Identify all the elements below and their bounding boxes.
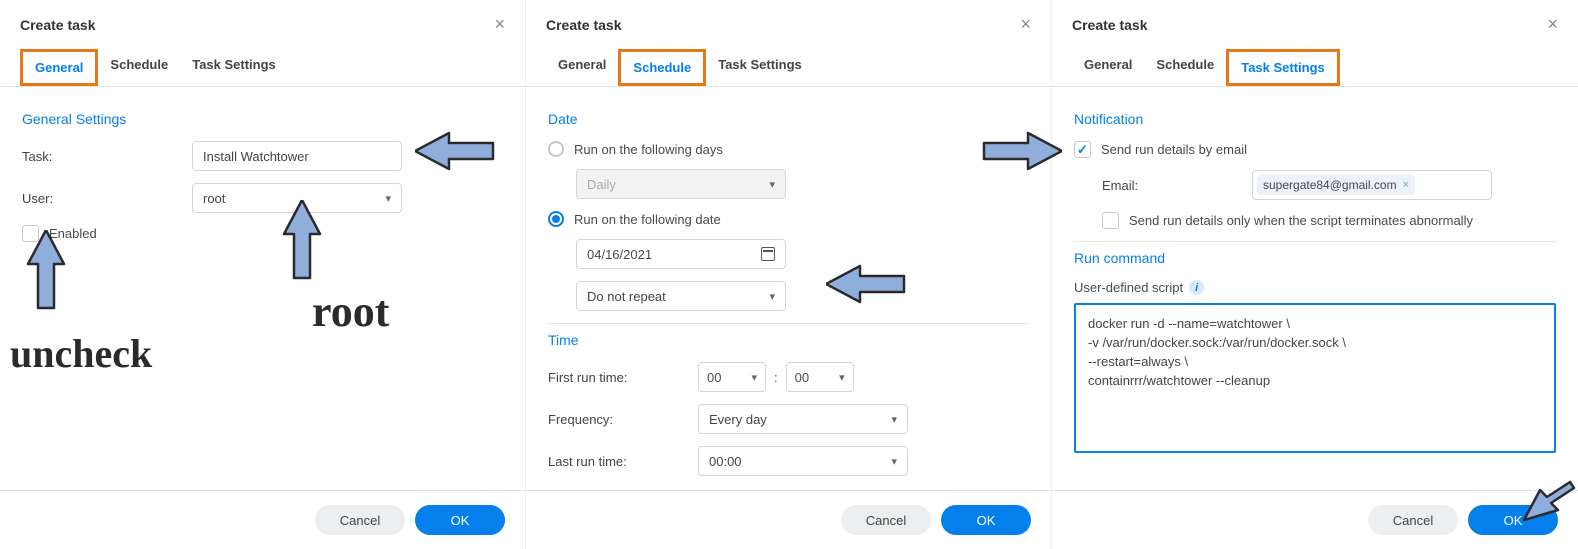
dialog-schedule: Create task × General Schedule Task Sett…: [526, 0, 1052, 549]
ok-button[interactable]: OK: [1468, 505, 1558, 535]
tab-general[interactable]: General: [20, 49, 98, 86]
tab-schedule[interactable]: Schedule: [1144, 49, 1226, 86]
first-run-label: First run time:: [548, 370, 698, 385]
first-run-min-select[interactable]: 00: [786, 362, 854, 392]
user-select[interactable]: root: [192, 183, 402, 213]
tab-general[interactable]: General: [1072, 49, 1144, 86]
date-input[interactable]: 04/16/2021: [576, 239, 786, 269]
email-chip[interactable]: supergate84@gmail.com ×: [1257, 175, 1415, 195]
cancel-button[interactable]: Cancel: [841, 505, 931, 535]
user-label: User:: [22, 191, 192, 206]
tab-schedule[interactable]: Schedule: [618, 49, 706, 86]
enabled-label: Enabled: [49, 226, 97, 241]
task-label: Task:: [22, 149, 192, 164]
calendar-icon[interactable]: [761, 247, 775, 261]
first-run-hour-select[interactable]: 00: [698, 362, 766, 392]
tab-general[interactable]: General: [546, 49, 618, 86]
run-days-select: Daily: [576, 169, 786, 199]
run-date-label: Run on the following date: [574, 212, 721, 227]
dialog-general: Create task × General Schedule Task Sett…: [0, 0, 526, 549]
abnormal-only-label: Send run details only when the script te…: [1129, 213, 1473, 228]
tab-schedule[interactable]: Schedule: [98, 49, 180, 86]
tab-task-settings[interactable]: Task Settings: [1226, 49, 1340, 86]
run-days-label: Run on the following days: [574, 142, 723, 157]
user-script-textarea[interactable]: [1074, 303, 1556, 453]
cancel-button[interactable]: Cancel: [315, 505, 405, 535]
tab-task-settings[interactable]: Task Settings: [706, 49, 814, 86]
section-notification: Notification: [1074, 103, 1556, 141]
remove-chip-icon[interactable]: ×: [1403, 179, 1409, 191]
close-icon[interactable]: ×: [494, 14, 505, 35]
send-email-label: Send run details by email: [1101, 142, 1247, 157]
tab-task-settings[interactable]: Task Settings: [180, 49, 288, 86]
send-email-checkbox[interactable]: [1074, 141, 1091, 158]
dialog-title: Create task: [546, 17, 622, 33]
dialog-title: Create task: [20, 17, 96, 33]
abnormal-only-checkbox[interactable]: [1102, 212, 1119, 229]
email-label: Email:: [1102, 178, 1252, 193]
dialog-title: Create task: [1072, 17, 1148, 33]
script-label: User-defined script: [1074, 280, 1183, 295]
info-icon[interactable]: i: [1189, 280, 1204, 295]
section-time: Time: [548, 324, 1029, 362]
close-icon[interactable]: ×: [1020, 14, 1031, 35]
repeat-select[interactable]: Do not repeat: [576, 281, 786, 311]
section-date: Date: [548, 103, 1029, 141]
enabled-checkbox[interactable]: [22, 225, 39, 242]
section-run-command: Run command: [1074, 242, 1556, 280]
task-input[interactable]: [192, 141, 402, 171]
email-input[interactable]: supergate84@gmail.com ×: [1252, 170, 1492, 200]
dialog-task-settings: Create task × General Schedule Task Sett…: [1052, 0, 1578, 549]
ok-button[interactable]: OK: [941, 505, 1031, 535]
run-date-radio[interactable]: [548, 211, 564, 227]
frequency-label: Frequency:: [548, 412, 698, 427]
section-general-settings: General Settings: [22, 103, 503, 141]
time-colon: :: [774, 370, 778, 385]
cancel-button[interactable]: Cancel: [1368, 505, 1458, 535]
last-run-select[interactable]: 00:00: [698, 446, 908, 476]
frequency-select[interactable]: Every day: [698, 404, 908, 434]
close-icon[interactable]: ×: [1547, 14, 1558, 35]
last-run-label: Last run time:: [548, 454, 698, 469]
ok-button[interactable]: OK: [415, 505, 505, 535]
run-days-radio[interactable]: [548, 141, 564, 157]
